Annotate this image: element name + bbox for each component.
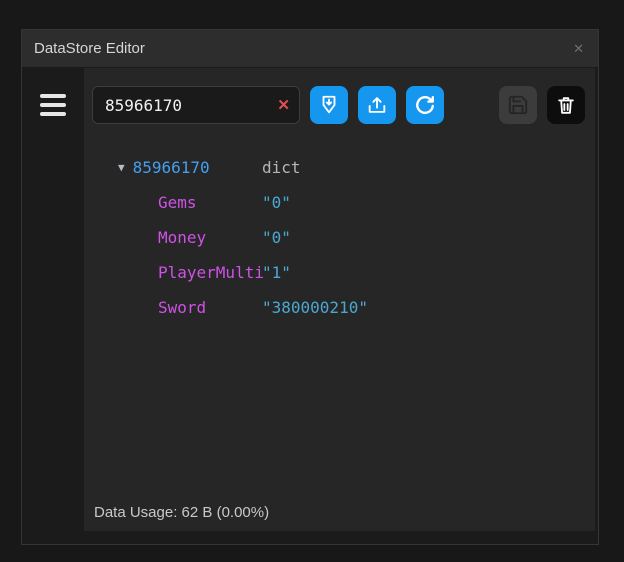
entry-key: Money — [158, 228, 207, 247]
datastore-key-search: ✕ — [92, 86, 300, 124]
download-button[interactable] — [310, 86, 348, 124]
save-icon — [508, 95, 528, 115]
tree-root-row[interactable]: ▼ 85966170 dict — [84, 150, 595, 185]
save-button[interactable] — [499, 86, 537, 124]
sidebar — [22, 68, 84, 544]
expander-icon[interactable]: ▼ — [118, 161, 125, 174]
entry-value: "1" — [262, 263, 291, 282]
datastore-editor-window: DataStore Editor ✕ ✕ — [22, 30, 598, 544]
menu-icon[interactable] — [40, 94, 66, 116]
tree-row[interactable]: Money "0" — [84, 220, 595, 255]
root-key-label: 85966170 — [132, 158, 210, 177]
upload-icon — [368, 97, 386, 113]
entry-value: "0" — [262, 193, 291, 212]
search-input[interactable] — [92, 86, 300, 124]
main-panel: ✕ — [84, 68, 595, 531]
refresh-icon — [416, 96, 434, 115]
entry-key: PlayerMulti — [158, 263, 264, 282]
close-icon[interactable]: ✕ — [569, 40, 588, 57]
toolbar: ✕ — [84, 68, 595, 124]
entry-value: "0" — [262, 228, 291, 247]
datastore-tree: ▼ 85966170 dict Gems "0" Money "0" Playe… — [84, 150, 595, 325]
upload-button[interactable] — [358, 86, 396, 124]
root-type-label: dict — [262, 158, 301, 177]
refresh-button[interactable] — [406, 86, 444, 124]
entry-value: "380000210" — [262, 298, 368, 317]
window-title: DataStore Editor — [34, 40, 145, 57]
tree-row[interactable]: Gems "0" — [84, 185, 595, 220]
tree-row[interactable]: PlayerMulti "1" — [84, 255, 595, 290]
delete-button[interactable] — [547, 86, 585, 124]
tree-row[interactable]: Sword "380000210" — [84, 290, 595, 325]
entry-key: Gems — [158, 193, 197, 212]
window-body: ✕ — [22, 68, 598, 544]
pin-download-icon — [322, 95, 336, 114]
data-usage-label: Data Usage: 62 B (0.00%) — [94, 504, 270, 521]
clear-search-icon[interactable]: ✕ — [277, 96, 290, 114]
entry-key: Sword — [158, 298, 207, 317]
title-bar: DataStore Editor ✕ — [22, 30, 598, 68]
trash-icon — [558, 97, 574, 114]
